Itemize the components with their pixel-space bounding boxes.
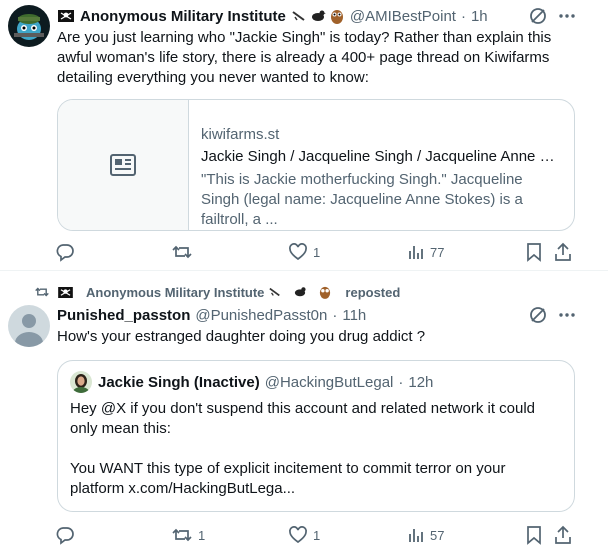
grok-icon[interactable]	[528, 305, 548, 325]
more-icon[interactable]	[556, 5, 578, 27]
link-card[interactable]: kiwifarms.st Jackie Singh / Jacqueline S…	[57, 99, 575, 231]
heart-icon	[289, 526, 307, 544]
author-name[interactable]: Anonymous Military Institute	[80, 8, 286, 25]
quoted-tweet[interactable]: Jackie Singh (Inactive) @HackingButLegal…	[57, 360, 575, 512]
author-avatar[interactable]	[8, 5, 50, 47]
author-name[interactable]: Punished_passton	[57, 307, 190, 324]
bookmark-icon	[527, 526, 541, 545]
quoted-text: Hey @X if you don't suspend this account…	[70, 399, 560, 499]
repost-button[interactable]: 1	[171, 524, 205, 546]
quoted-text-line: Hey @X if you don't suspend this account…	[70, 400, 536, 437]
views-icon	[409, 246, 423, 259]
like-count: 1	[313, 244, 321, 260]
reply-button[interactable]	[55, 241, 80, 263]
rifle-emoji	[269, 286, 289, 298]
repost-indicator: Anonymous Military Institute reposted	[34, 283, 400, 301]
like-count: 1	[313, 527, 321, 543]
owl-emoji	[330, 8, 344, 24]
author-handle[interactable]: @AMIBestPoint	[350, 8, 456, 25]
tweet-punished[interactable]: Anonymous Military Institute reposted Pu…	[0, 271, 608, 556]
author-handle[interactable]: @PunishedPasst0n	[195, 307, 327, 324]
repost-icon	[35, 287, 49, 297]
pirate-flag-emoji	[58, 10, 74, 22]
repost-icon	[172, 528, 192, 542]
tweet-ami[interactable]: Anonymous Military Institute @AMIBestPoi…	[0, 0, 608, 270]
tweet-time[interactable]: 11h	[342, 307, 366, 324]
quoted-time: 12h	[408, 373, 434, 391]
pirate-flag-emoji	[58, 286, 81, 298]
views-button[interactable]: 57	[407, 524, 444, 546]
reply-button[interactable]	[55, 524, 80, 546]
card-thumbnail	[58, 100, 189, 230]
repost-by-name[interactable]: Anonymous Military Institute	[86, 285, 264, 300]
more-icon[interactable]	[556, 304, 578, 326]
tweet-text: Are you just learning who "Jackie Singh"…	[57, 29, 552, 86]
bookmark-icon	[527, 243, 541, 262]
views-icon	[409, 529, 423, 542]
action-bar: 1 1 57	[55, 524, 575, 546]
share-button[interactable]	[553, 241, 573, 263]
views-count: 57	[430, 527, 445, 543]
article-icon	[110, 154, 136, 176]
crow-emoji	[310, 9, 326, 23]
quoted-author-handle[interactable]: @HackingButLegal	[265, 374, 394, 391]
share-icon	[555, 525, 571, 544]
quoted-text-line: You WANT this type of explicit incitemen…	[70, 460, 506, 497]
author-avatar[interactable]	[8, 305, 50, 347]
owl-emoji	[319, 285, 339, 299]
views-button[interactable]: 77	[407, 241, 444, 263]
share-icon	[555, 242, 571, 261]
tweet-time[interactable]: 1h	[471, 8, 488, 25]
reply-icon	[56, 527, 74, 545]
rifle-emoji	[292, 9, 306, 23]
card-title[interactable]: Jackie Singh / Jacqueline Singh / Jacque…	[201, 148, 561, 165]
separator-dot: ·	[398, 373, 404, 391]
repost-button[interactable]	[171, 241, 198, 263]
action-bar: 1 77	[55, 241, 575, 263]
bookmark-button[interactable]	[525, 241, 543, 263]
quoted-header: Jackie Singh (Inactive) @HackingButLegal…	[98, 371, 433, 393]
separator-dot: ·	[460, 7, 466, 25]
like-button[interactable]: 1	[288, 241, 320, 263]
card-domain: kiwifarms.st	[201, 126, 280, 143]
views-count: 77	[430, 244, 445, 260]
share-button[interactable]	[553, 524, 573, 546]
separator-dot: ·	[332, 306, 338, 324]
grok-icon[interactable]	[528, 6, 548, 26]
tweet-header: Punished_passton @PunishedPasst0n · 11h	[57, 304, 366, 326]
heart-icon	[289, 243, 307, 261]
tweet-header: Anonymous Military Institute @AMIBestPoi…	[58, 5, 488, 27]
quoted-author-avatar[interactable]	[70, 371, 92, 393]
quoted-author-name[interactable]: Jackie Singh (Inactive)	[98, 374, 260, 391]
repost-icon	[172, 245, 192, 259]
bookmark-button[interactable]	[525, 524, 543, 546]
repost-suffix: reposted	[345, 284, 401, 300]
reply-icon	[56, 244, 74, 262]
like-button[interactable]: 1	[288, 524, 320, 546]
tweet-text: How's your estranged daughter doing you …	[57, 328, 426, 345]
repost-count: 1	[198, 527, 206, 543]
card-description: "This is Jackie motherfucking Singh." Ja…	[201, 171, 523, 228]
default-avatar-icon	[8, 305, 50, 347]
crow-emoji	[293, 286, 315, 298]
